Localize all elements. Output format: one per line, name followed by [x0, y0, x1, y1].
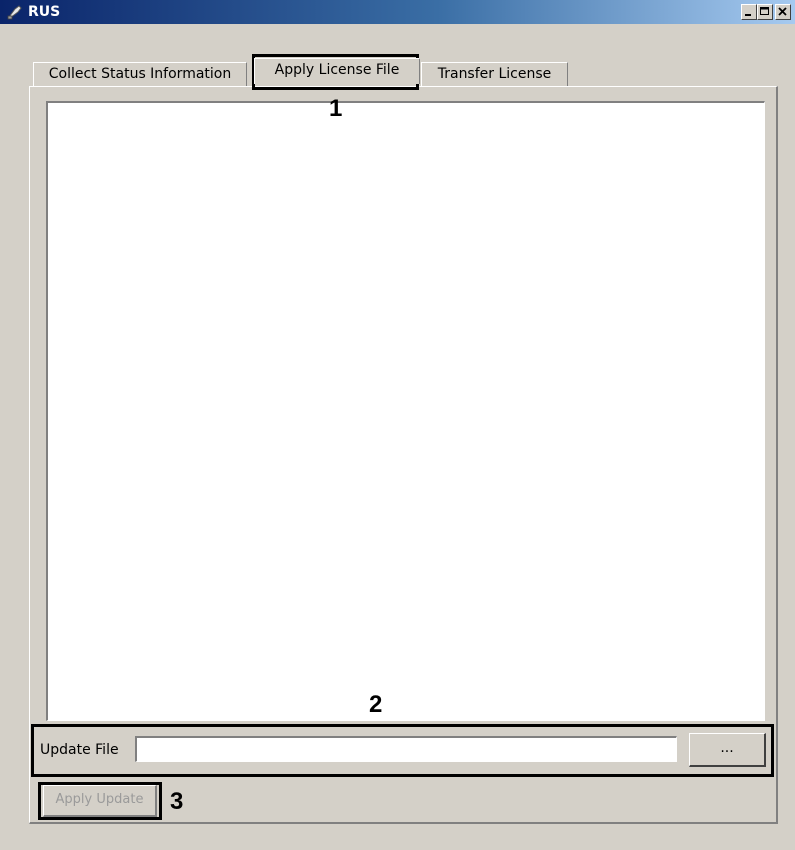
- window-title: RUS: [28, 4, 61, 20]
- tab-label: Apply License File: [274, 62, 400, 78]
- minimize-button[interactable]: [741, 4, 757, 20]
- tab-collect-status-information[interactable]: Collect Status Information: [33, 62, 247, 86]
- tab-apply-license-file[interactable]: Apply License File: [254, 58, 420, 84]
- callout-box-2: [31, 724, 774, 777]
- callout-number-1: 1: [329, 95, 343, 122]
- close-icon: [778, 7, 787, 16]
- title-bar[interactable]: RUS: [0, 0, 795, 24]
- tab-transfer-license[interactable]: Transfer License: [421, 62, 568, 86]
- maximize-button[interactable]: [757, 4, 773, 20]
- tab-label: Collect Status Information: [48, 66, 232, 82]
- close-button[interactable]: [775, 4, 791, 20]
- callout-box-3: [38, 782, 162, 820]
- app-icon: [7, 5, 22, 20]
- callout-number-3: 3: [170, 788, 184, 815]
- maximize-icon: [760, 7, 769, 15]
- rus-window: RUS Collect Status Information Apply Lic…: [0, 0, 795, 850]
- license-text-area[interactable]: [46, 101, 765, 721]
- minimize-icon: [745, 14, 751, 16]
- tab-label: Transfer License: [437, 66, 552, 82]
- callout-number-2: 2: [369, 691, 383, 718]
